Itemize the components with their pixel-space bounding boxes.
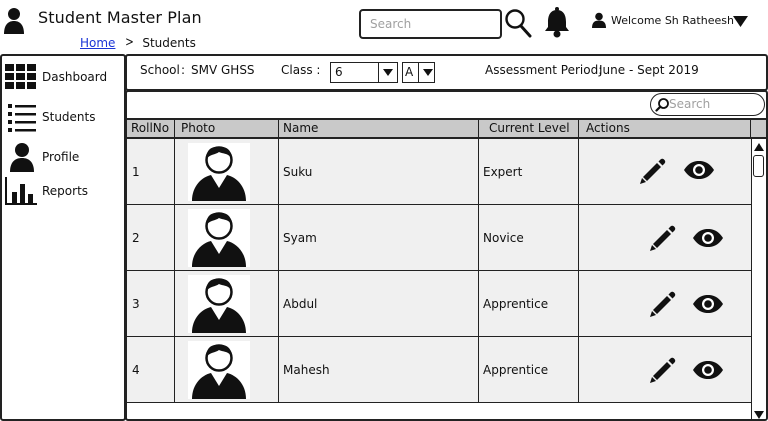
list-icon <box>8 104 36 132</box>
table-row[interactable]: 3 Abdul Apprentice <box>127 271 766 337</box>
school-label: School <box>140 63 180 77</box>
breadcrumb-home-link[interactable]: Home <box>80 36 115 50</box>
sidebar-item-label: Students <box>42 110 96 124</box>
column-header-actions: Actions <box>579 120 751 137</box>
cell-rollno: 1 <box>127 139 175 204</box>
cell-name: Syam <box>279 205 479 270</box>
cell-actions <box>579 139 753 204</box>
eye-icon[interactable] <box>692 294 724 314</box>
column-header-photo[interactable]: Photo <box>175 120 279 137</box>
cell-rollno: 4 <box>127 337 175 402</box>
sidebar: Dashboard Students Profile Reports <box>0 54 126 421</box>
sidebar-item-dashboard[interactable]: Dashboard <box>4 62 107 92</box>
student-avatar-icon <box>192 343 246 399</box>
pencil-icon[interactable] <box>639 157 667 185</box>
table-row[interactable]: 2 Syam Novice <box>127 205 766 271</box>
sidebar-item-label: Reports <box>42 184 89 198</box>
welcome-text: Welcome Sh Ratheesh <box>611 13 734 27</box>
table-header-row: RollNo Photo Name Current Level Actions <box>127 118 766 139</box>
pencil-icon[interactable] <box>649 356 677 384</box>
search-icon <box>655 98 669 112</box>
filter-bar: School : SMV GHSS Class : 6 A Assessment… <box>125 54 768 91</box>
student-photo <box>188 274 250 333</box>
header-search-box <box>359 9 502 39</box>
bell-icon[interactable] <box>543 6 571 38</box>
user-silhouette-icon <box>4 8 24 34</box>
main-panel: RollNo Photo Name Current Level Actions … <box>125 90 768 421</box>
cell-current-level: Novice <box>479 205 579 270</box>
sidebar-item-reports[interactable]: Reports <box>4 176 88 206</box>
cell-rollno: 3 <box>127 271 175 336</box>
vertical-scrollbar[interactable] <box>751 139 766 419</box>
cell-rollno: 2 <box>127 205 175 270</box>
cell-current-level: Apprentice <box>479 271 579 336</box>
table-search-input[interactable] <box>669 94 761 114</box>
user-icon <box>592 12 606 28</box>
division-select-value: A <box>405 65 414 79</box>
cell-name: Suku <box>279 139 479 204</box>
scroll-up-arrow-icon[interactable] <box>754 143 764 151</box>
user-menu[interactable]: Welcome Sh Ratheesh <box>592 12 734 28</box>
student-avatar-icon <box>192 211 246 267</box>
table-row[interactable]: 1 Suku Expert <box>127 139 766 205</box>
app-title: Student Master Plan <box>38 8 202 27</box>
search-icon[interactable] <box>504 8 532 38</box>
pencil-icon[interactable] <box>649 224 677 252</box>
cell-current-level: Expert <box>479 139 579 204</box>
cell-name: Abdul <box>279 271 479 336</box>
eye-icon[interactable] <box>683 160 715 180</box>
bar-chart-icon <box>5 177 37 205</box>
class-select[interactable]: 6 <box>330 62 398 83</box>
school-value: SMV GHSS <box>191 63 255 77</box>
cell-actions <box>579 205 753 270</box>
student-photo <box>188 340 250 399</box>
app-header: Student Master Plan Home > Students Welc… <box>0 0 768 54</box>
user-icon <box>10 143 34 172</box>
sidebar-item-label: Profile <box>42 150 80 164</box>
chevron-down-icon <box>418 63 434 82</box>
cell-photo <box>175 337 279 402</box>
header-search-input[interactable] <box>361 11 500 37</box>
division-select[interactable]: A <box>402 62 435 83</box>
class-select-value: 6 <box>335 65 343 79</box>
cell-current-level: Apprentice <box>479 337 579 402</box>
assessment-period-label: Assessment Period: <box>485 63 603 77</box>
table-body: 1 Suku Expert 2 Syam Novice 3 Abdul Appr… <box>127 139 766 403</box>
sidebar-item-label: Dashboard <box>42 70 108 84</box>
table-row[interactable]: 4 Mahesh Apprentice <box>127 337 766 403</box>
student-photo <box>188 208 250 267</box>
cell-actions <box>579 337 753 402</box>
eye-icon[interactable] <box>692 360 724 380</box>
student-avatar-icon <box>192 145 246 201</box>
chevron-down-icon <box>378 63 397 82</box>
chevron-right-icon: > <box>125 35 135 50</box>
sidebar-item-students[interactable]: Students <box>4 102 96 132</box>
grid-icon <box>5 64 36 89</box>
scrollbar-thumb[interactable] <box>753 155 764 177</box>
cell-photo <box>175 139 279 204</box>
eye-icon[interactable] <box>692 228 724 248</box>
assessment-period-value: June - Sept 2019 <box>599 63 699 77</box>
school-separator: : <box>181 63 186 77</box>
breadcrumb-current: Students <box>142 35 196 50</box>
sidebar-item-profile[interactable]: Profile <box>4 142 79 172</box>
pencil-icon[interactable] <box>649 290 677 318</box>
scroll-down-arrow-icon[interactable] <box>754 411 764 419</box>
cell-photo <box>175 271 279 336</box>
column-header-name[interactable]: Name <box>279 120 479 137</box>
cell-name: Mahesh <box>279 337 479 402</box>
breadcrumb: Home > Students <box>80 35 196 50</box>
column-header-current-level[interactable]: Current Level <box>479 120 579 137</box>
table-search-box <box>650 93 765 116</box>
cell-actions <box>579 271 753 336</box>
cell-photo <box>175 205 279 270</box>
column-header-rollno[interactable]: RollNo <box>127 120 175 137</box>
caret-down-icon[interactable] <box>732 15 749 28</box>
class-label: Class : <box>281 63 321 77</box>
student-photo <box>188 142 250 201</box>
student-avatar-icon <box>192 277 246 333</box>
students-table: RollNo Photo Name Current Level Actions … <box>127 118 766 403</box>
